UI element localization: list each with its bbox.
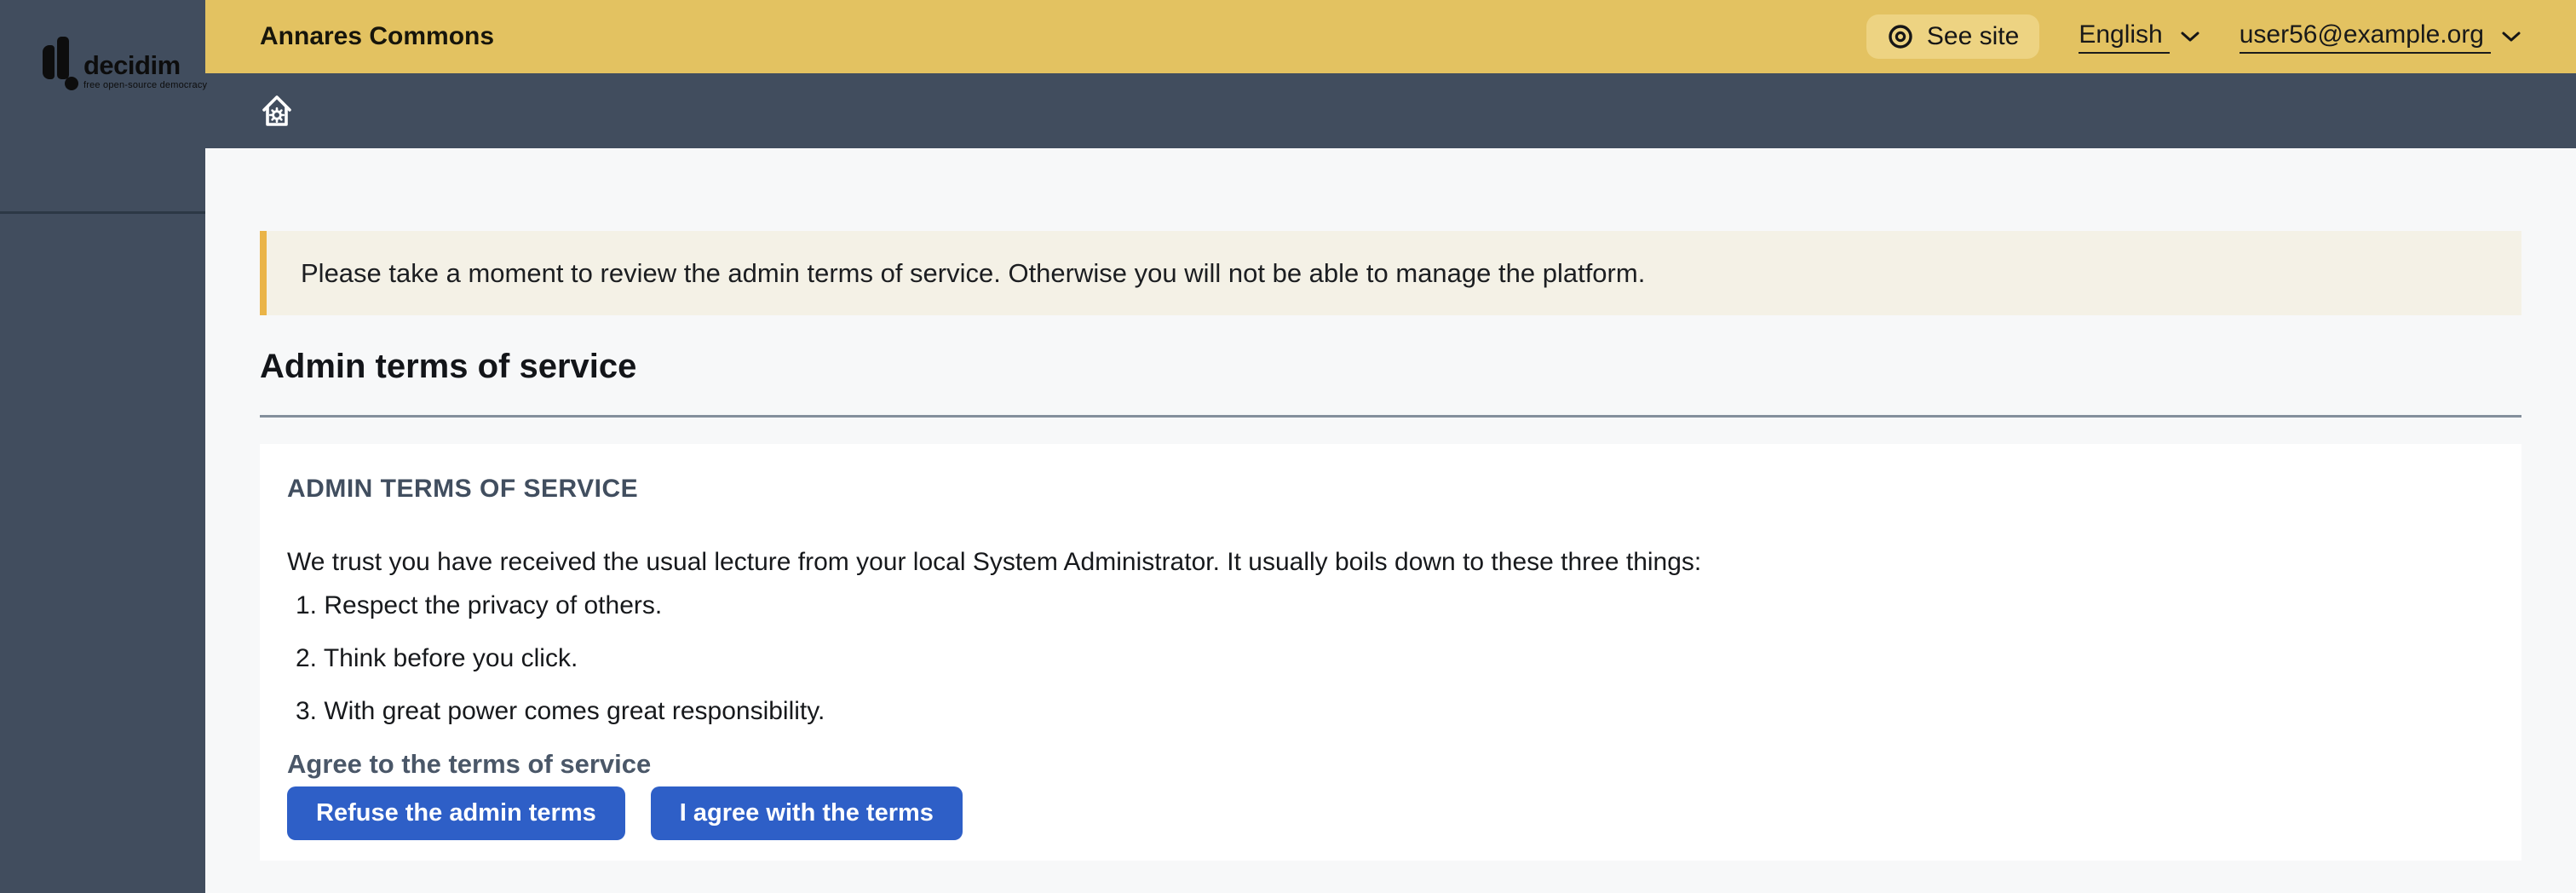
terms-intro: We trust you have received the usual lec… — [287, 546, 2494, 579]
main-content: Please take a moment to review the admin… — [205, 148, 2576, 893]
terms-card: ADMIN TERMS OF SERVICE We trust you have… — [260, 444, 2521, 861]
user-menu[interactable]: user56@example.org — [2240, 20, 2521, 54]
admin-tos-callout: Please take a moment to review the admin… — [260, 231, 2521, 315]
card-heading: ADMIN TERMS OF SERVICE — [287, 475, 2494, 504]
home-button[interactable] — [260, 93, 294, 129]
topbar-right: See site English user56@example.org — [1866, 14, 2521, 59]
topbar: Annares Commons See site English user56@… — [205, 0, 2576, 73]
eye-icon — [1887, 23, 1914, 50]
home-gear-icon — [260, 93, 294, 129]
chevron-down-icon — [2180, 31, 2200, 43]
language-label: English — [2079, 20, 2169, 54]
see-site-label: See site — [1927, 22, 2019, 51]
terms-item-3: 3. With great power comes great responsi… — [296, 696, 2494, 727]
admin-sidebar: decidim free open-source democracy — [0, 0, 205, 893]
logo-tagline: free open-source democracy — [83, 81, 207, 90]
organization-title: Annares Commons — [260, 22, 494, 51]
terms-actions: Refuse the admin terms I agree with the … — [287, 786, 2494, 840]
logo-wordmark: decidim — [83, 52, 207, 78]
sidebar-header: decidim free open-source democracy — [0, 39, 205, 214]
agree-terms-button[interactable]: I agree with the terms — [651, 786, 963, 840]
agree-heading: Agree to the terms of service — [287, 749, 2494, 780]
terms-list: 1. Respect the privacy of others. 2. Thi… — [287, 591, 2494, 727]
chevron-down-icon — [2501, 31, 2521, 43]
callout-text: Please take a moment to review the admin… — [301, 258, 1645, 288]
language-menu[interactable]: English — [2079, 20, 2199, 54]
decidim-logo[interactable]: decidim free open-source democracy — [43, 39, 205, 90]
refuse-terms-button[interactable]: Refuse the admin terms — [287, 786, 625, 840]
secondary-navbar — [205, 73, 2576, 148]
decidim-logo-icon — [43, 39, 80, 90]
terms-item-1: 1. Respect the privacy of others. — [296, 591, 2494, 621]
terms-item-2: 2. Think before you click. — [296, 643, 2494, 674]
user-email: user56@example.org — [2240, 20, 2491, 54]
see-site-button[interactable]: See site — [1866, 14, 2039, 59]
divider — [260, 415, 2521, 418]
page-title: Admin terms of service — [260, 346, 2521, 387]
